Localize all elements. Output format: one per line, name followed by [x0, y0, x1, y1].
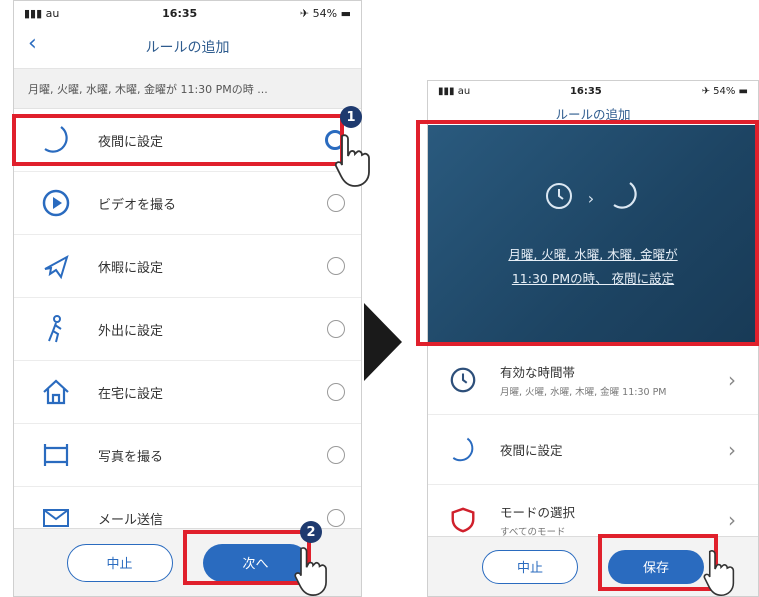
tap-hand-icon [292, 545, 336, 597]
status-time: 16:35 [569, 85, 602, 97]
play-icon [36, 183, 76, 223]
row-time-window[interactable]: 有効な時間帯 月曜, 火曜, 水曜, 木曜, 金曜 11:30 PM › [428, 345, 758, 415]
flow-arrow-icon [364, 303, 402, 381]
row-title: 夜間に設定 [500, 443, 563, 458]
action-label: 外出に設定 [98, 323, 164, 339]
moon-icon [446, 435, 480, 465]
rule-summary: 月曜, 火曜, 水曜, 木曜, 金曜が 11:30 PMの時 ... [14, 69, 361, 109]
action-item-away[interactable]: 外出に設定 [14, 298, 361, 361]
row-title: 有効な時間帯 [500, 364, 576, 380]
page-title: ルールの追加 [145, 39, 230, 56]
step-badge-1: 1 [340, 106, 362, 128]
tap-hand-icon [700, 548, 744, 597]
status-bar: ▮▮▮ au 16:35 ✈ 54% ▬ [14, 1, 361, 25]
radio-button[interactable] [327, 194, 345, 212]
cancel-button[interactable]: 中止 [482, 549, 578, 584]
status-time: 16:35 [162, 6, 198, 20]
radio-button[interactable] [327, 320, 345, 338]
action-item-photo[interactable]: 写真を撮る [14, 424, 361, 487]
action-item-video[interactable]: ビデオを撮る [14, 172, 361, 235]
tutorial-figure: ▮▮▮ au 16:35 ✈ 54% ▬ ‹ ルールの追加 月曜, 火曜, 水曜… [0, 0, 759, 597]
highlight-preview-banner [416, 120, 759, 346]
nav-bar: ‹ ルールの追加 [14, 25, 361, 69]
action-label: 写真を撮る [98, 449, 164, 465]
shield-icon [446, 506, 480, 534]
chevron-right-icon: › [728, 437, 736, 462]
row-title: モードの選択 [500, 504, 576, 520]
chevron-right-icon: › [728, 367, 736, 392]
radio-button[interactable] [327, 446, 345, 464]
radio-button[interactable] [327, 383, 345, 401]
row-subtitle: 月曜, 火曜, 水曜, 木曜, 金曜 11:30 PM [500, 386, 667, 398]
radio-button[interactable] [327, 257, 345, 275]
carrier-text: ▮▮▮ au [438, 85, 471, 97]
highlight-night-row [12, 114, 344, 166]
row-texts: モードの選択 すべてのモード [500, 502, 728, 538]
battery-text: ✈ 54% ▬ [299, 6, 351, 20]
cancel-button[interactable]: 中止 [66, 543, 173, 582]
row-action-night[interactable]: 夜間に設定 › [428, 415, 758, 485]
chevron-right-icon: › [728, 507, 736, 532]
radio-button[interactable] [327, 509, 345, 527]
step-badge-2: 2 [300, 521, 322, 543]
back-chevron-icon[interactable]: ‹ [28, 33, 37, 55]
film-icon [36, 435, 76, 475]
clock-icon [446, 366, 480, 394]
action-list: 夜間に設定 ビデオを撮る 休暇に設定 外出に設定 在宅に設定 写真を撮る メール… [14, 109, 361, 550]
action-label: 在宅に設定 [98, 386, 164, 402]
walking-person-icon [36, 309, 76, 349]
carrier-text: ▮▮▮ au [24, 6, 60, 20]
row-texts: 夜間に設定 [500, 440, 728, 459]
action-label: 休暇に設定 [98, 260, 164, 276]
action-label: ビデオを撮る [98, 197, 177, 213]
row-texts: 有効な時間帯 月曜, 火曜, 水曜, 木曜, 金曜 11:30 PM [500, 362, 728, 398]
left-phone-screen: ▮▮▮ au 16:35 ✈ 54% ▬ ‹ ルールの追加 月曜, 火曜, 水曜… [13, 0, 362, 597]
action-item-home[interactable]: 在宅に設定 [14, 361, 361, 424]
airplane-icon [36, 246, 76, 286]
status-bar: ▮▮▮ au 16:35 ✈ 54% ▬ [428, 81, 758, 101]
action-label: メール送信 [98, 512, 164, 528]
home-icon [36, 372, 76, 412]
tap-hand-icon [334, 132, 378, 192]
battery-text: ✈ 54% ▬ [701, 85, 748, 97]
action-item-vacation[interactable]: 休暇に設定 [14, 235, 361, 298]
